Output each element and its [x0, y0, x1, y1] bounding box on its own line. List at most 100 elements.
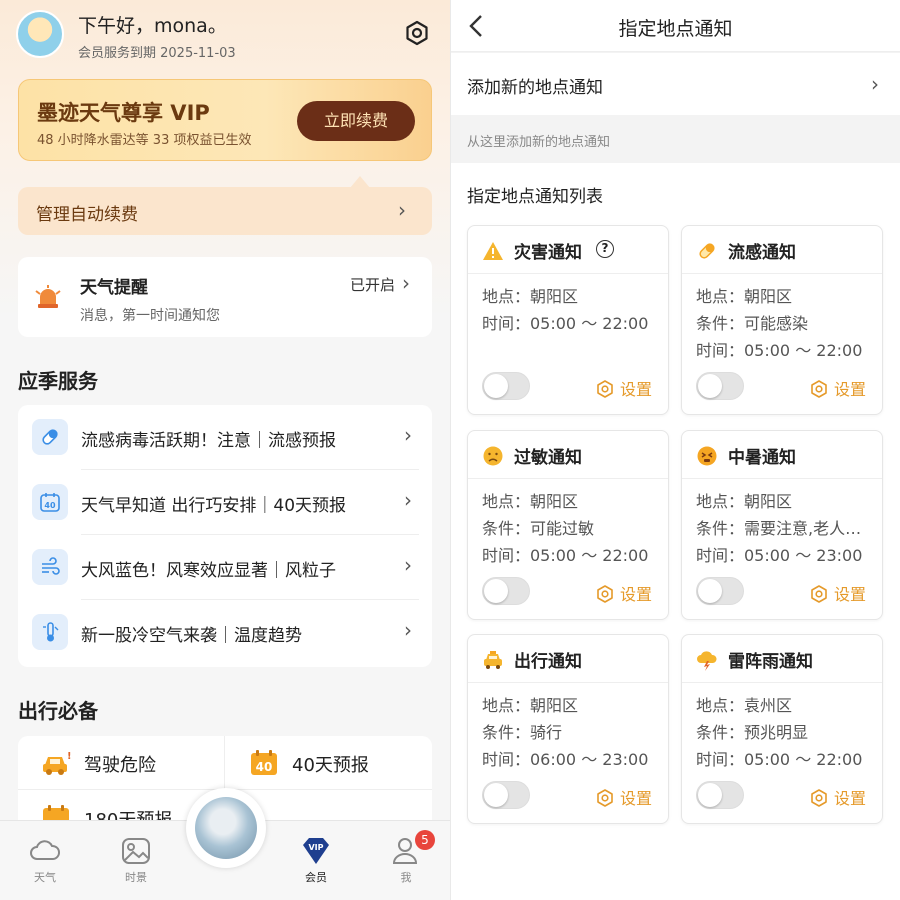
- toggle-knob: [698, 783, 722, 807]
- card-detail-line: 地点：朝阳区: [696, 287, 793, 306]
- add-location-notification-row[interactable]: 添加新的地点通知 ›: [451, 53, 900, 115]
- card-title: 流感通知: [728, 243, 796, 263]
- chevron-right-icon: ›: [404, 553, 412, 577]
- toggle-knob: [698, 579, 722, 603]
- grid-item-label: 40天预报: [292, 755, 369, 776]
- settings-button[interactable]: 设置: [596, 785, 652, 809]
- card-header: 出行通知: [468, 635, 668, 683]
- picture-icon: [122, 838, 150, 864]
- svg-text:VIP: VIP: [308, 843, 323, 852]
- weather-reminder-card[interactable]: 天气提醒 消息，第一时间通知您 已开启 ›: [18, 257, 432, 337]
- card-detail-line: 条件：可能感染: [696, 314, 809, 333]
- avatar[interactable]: [16, 10, 64, 58]
- list-item[interactable]: 新一股冷空气来袭｜温度趋势 ›: [18, 600, 432, 665]
- card-header: 中暑通知: [682, 431, 882, 479]
- calendar-40-icon: 40: [32, 484, 68, 520]
- card-detail-line: 地点：朝阳区: [482, 696, 579, 715]
- notification-toggle[interactable]: [696, 577, 744, 605]
- notification-toggle[interactable]: [482, 577, 530, 605]
- list-item-label: 天气早知道 出行巧安排｜40天预报: [81, 496, 347, 516]
- nav-bar: 指定地点通知: [451, 0, 900, 52]
- renew-button[interactable]: 立即续费: [297, 101, 415, 141]
- gear-icon: [811, 380, 827, 398]
- card-detail-line: 时间：06:00 ～ 23:00: [482, 750, 649, 769]
- settings-label: 设置: [834, 380, 867, 399]
- sky-image: [195, 797, 257, 859]
- toggle-knob: [698, 374, 722, 398]
- seasonal-services-list: 流感病毒活跃期！注意｜流感预报 › 40 天气早知道 出行巧安排｜40天预报 ›…: [18, 405, 432, 667]
- chevron-right-icon: ›: [404, 423, 412, 447]
- help-icon[interactable]: ?: [596, 240, 614, 258]
- card-detail-line: 时间：05:00 ～ 22:00: [482, 314, 649, 333]
- gear-icon: [597, 789, 613, 807]
- settings-icon[interactable]: [404, 20, 430, 46]
- settings-button[interactable]: 设置: [810, 376, 866, 400]
- card-header: 灾害通知?: [468, 226, 668, 274]
- svg-text:40: 40: [44, 501, 56, 510]
- chevron-right-icon: ›: [404, 618, 412, 642]
- settings-label: 设置: [834, 789, 867, 808]
- grid-item[interactable]: ! 驾驶危险: [18, 736, 225, 790]
- chevron-right-icon: ›: [404, 488, 412, 512]
- cloud-icon: [30, 840, 60, 860]
- warning-icon: [482, 240, 504, 262]
- list-item[interactable]: 大风蓝色！风寒效应显著｜风粒子 ›: [18, 535, 432, 600]
- greeting-text: 下午好，mona。: [78, 15, 227, 37]
- card-detail-line: 时间：05:00 ～ 22:00: [696, 750, 863, 769]
- toggle-knob: [484, 374, 508, 398]
- settings-label: 设置: [834, 585, 867, 604]
- notification-toggle[interactable]: [696, 781, 744, 809]
- card-title: 雷阵雨通知: [728, 652, 813, 672]
- card-header: 过敏通知: [468, 431, 668, 479]
- pill-icon: [32, 419, 68, 455]
- gear-icon: [597, 380, 613, 398]
- taxi-icon: [482, 649, 504, 671]
- settings-label: 设置: [620, 585, 653, 604]
- manage-auto-renew-row[interactable]: 管理自动续费 ›: [18, 187, 432, 235]
- tab-weather[interactable]: 天气: [10, 821, 80, 900]
- grid-item[interactable]: 40 40天预报: [226, 736, 432, 790]
- back-arrow-icon[interactable]: [467, 13, 487, 39]
- chevron-right-icon: ›: [871, 72, 879, 96]
- card-detail-line: 条件：预兆明显: [696, 723, 809, 742]
- settings-label: 设置: [620, 789, 653, 808]
- settings-button[interactable]: 设置: [810, 581, 866, 605]
- notification-list: 指定地点通知列表 灾害通知? 地点：朝阳区 时间：05:00 ～ 22:00 设置 流感…: [451, 163, 900, 900]
- list-item[interactable]: 40 天气早知道 出行巧安排｜40天预报 ›: [18, 470, 432, 535]
- vip-card: 墨迹天气尊享 VIP 48 小时降水雷达等 33 项权益已生效 立即续费: [18, 79, 432, 161]
- settings-label: 设置: [620, 380, 653, 399]
- tab-label: 会员: [305, 871, 327, 884]
- list-item[interactable]: 流感病毒活跃期！注意｜流感预报 ›: [18, 405, 432, 470]
- travel-essentials-heading: 出行必备: [18, 699, 98, 723]
- vip-title: 墨迹天气尊享 VIP: [37, 101, 210, 125]
- notification-toggle[interactable]: [482, 372, 530, 400]
- thunderstorm-icon: [696, 649, 718, 671]
- notification-badge: 5: [415, 830, 435, 850]
- settings-button[interactable]: 设置: [810, 785, 866, 809]
- pill-icon: [696, 240, 718, 262]
- tab-label: 我: [400, 871, 412, 884]
- notification-toggle[interactable]: [696, 372, 744, 400]
- svg-text:!: !: [67, 751, 72, 762]
- notification-card: 出行通知 地点：朝阳区 条件：骑行 时间：06:00 ～ 23:00 设置: [467, 634, 669, 824]
- list-item-label: 大风蓝色！风寒效应显著｜风粒子: [81, 561, 336, 581]
- page-title: 指定地点通知: [618, 18, 733, 40]
- card-detail-line: 时间：05:00 ～ 22:00: [482, 546, 649, 565]
- sad-face-icon: [482, 445, 504, 467]
- settings-button[interactable]: 设置: [596, 376, 652, 400]
- list-item-label: 新一股冷空气来袭｜温度趋势: [81, 626, 302, 646]
- tab-scenery[interactable]: 时景: [101, 821, 171, 900]
- wind-icon: [32, 549, 68, 585]
- notification-card: 过敏通知 地点：朝阳区 条件：可能过敏 时间：05:00 ～ 22:00 设置: [467, 430, 669, 620]
- card-title: 过敏通知: [514, 448, 582, 468]
- notification-toggle[interactable]: [482, 781, 530, 809]
- settings-button[interactable]: 设置: [596, 581, 652, 605]
- grid-item-label: 驾驶危险: [84, 755, 156, 776]
- vip-subtitle: 48 小时降水雷达等 33 项权益已生效: [37, 133, 252, 148]
- list-item-label: 流感病毒活跃期！注意｜流感预报: [81, 431, 336, 451]
- card-detail-line: 地点：袁州区: [696, 696, 793, 715]
- card-title: 出行通知: [514, 652, 582, 672]
- center-sky-button[interactable]: [186, 788, 266, 868]
- list-title: 指定地点通知列表: [467, 187, 603, 207]
- tab-membership[interactable]: VIP 会员: [281, 821, 351, 900]
